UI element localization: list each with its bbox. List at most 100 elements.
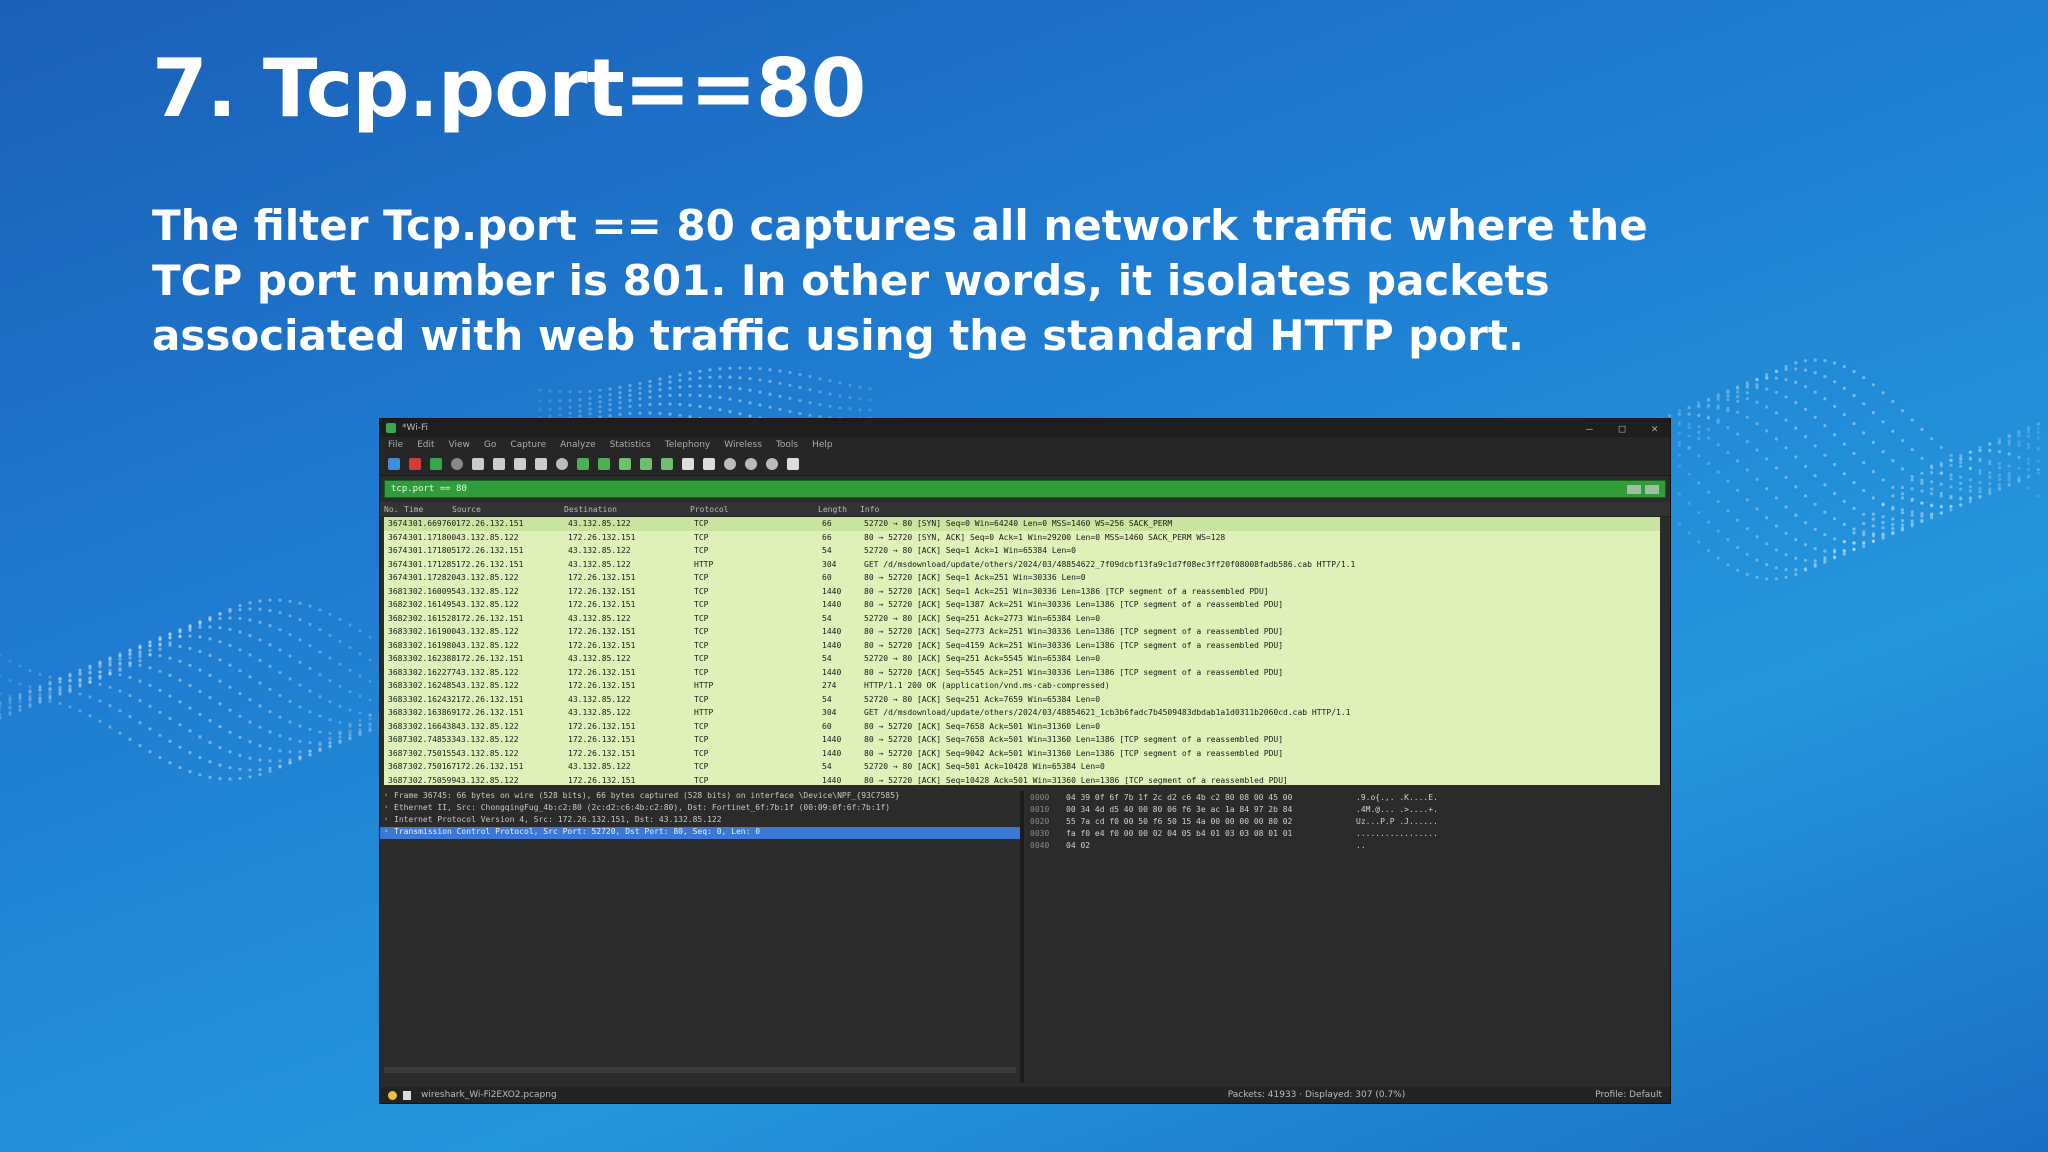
decoration-dot (698, 384, 702, 388)
go-to-packet-icon[interactable] (619, 458, 631, 470)
packet-row[interactable]: 36875302.74853343.132.85.122 172.26.132.1… (384, 733, 1660, 747)
menu-item-capture[interactable]: Capture (510, 440, 546, 450)
packet-number: 36829 (388, 613, 408, 623)
restart-capture-icon[interactable] (430, 458, 442, 470)
colorize-icon[interactable] (703, 458, 715, 470)
packet-row[interactable]: 36828302.16149543.132.85.122 172.26.132.1… (384, 598, 1660, 612)
decoration-dot (258, 744, 262, 748)
details-horizontal-scrollbar[interactable] (384, 1067, 1016, 1073)
decoration-dot (728, 385, 732, 390)
column-header[interactable]: Protocol (690, 505, 818, 514)
reload-icon[interactable] (535, 458, 547, 470)
packet-row[interactable]: 36831302.16198043.132.85.122 172.26.132.1… (384, 639, 1660, 653)
menu-item-analyze[interactable]: Analyze (560, 440, 595, 450)
expand-arrow-icon[interactable]: › (384, 827, 388, 835)
detail-tree-item[interactable]: › Ethernet II, Src: ChongqingFug_4b:c2:80… (380, 803, 1020, 815)
packet-row[interactable]: 36876302.75015543.132.85.122 172.26.132.1… (384, 747, 1660, 761)
decoration-dot (1988, 449, 1992, 453)
zoom-reset-icon[interactable] (766, 458, 778, 470)
detail-tree-item[interactable]: › Internet Protocol Version 4, Src: 172.2… (380, 815, 1020, 827)
menu-item-tools[interactable]: Tools (776, 440, 798, 450)
packet-details-pane[interactable]: › Frame 36745: 66 bytes on wire (528 bits… (380, 791, 1024, 1083)
zoom-in-icon[interactable] (724, 458, 736, 470)
packet-info: HTTP/1.1 200 OK (application/vnd.ms-cab-… (864, 681, 1110, 691)
save-file-icon[interactable] (493, 458, 505, 470)
column-header[interactable]: No. (384, 505, 404, 514)
packet-row[interactable]: 36817302.16009543.132.85.122 172.26.132.1… (384, 585, 1660, 599)
packet-row[interactable]: 36832302.162388172.26.132.151 43.132.85.1… (384, 652, 1660, 666)
decoration-dot (678, 378, 682, 382)
decoration-dot (78, 679, 82, 683)
decoration-dot (1697, 511, 1701, 515)
column-header[interactable]: Time (404, 505, 452, 514)
autoscroll-icon[interactable] (682, 458, 694, 470)
detail-tree-item[interactable]: › Frame 36745: 66 bytes on wire (528 bits… (380, 791, 1020, 803)
decoration-dot (308, 689, 312, 693)
column-header[interactable]: Length (818, 505, 860, 514)
expand-arrow-icon[interactable]: › (384, 815, 388, 823)
resize-columns-icon[interactable] (787, 458, 799, 470)
menu-item-edit[interactable]: Edit (417, 440, 434, 450)
packet-row[interactable]: 36745301.669760172.26.132.151 43.132.85.1… (384, 517, 1660, 531)
column-header[interactable]: Info (860, 505, 1666, 514)
expand-arrow-icon[interactable]: › (384, 791, 388, 799)
menu-item-telephony[interactable]: Telephony (665, 440, 711, 450)
decoration-dot (1930, 512, 1934, 516)
filter-bookmark-icon[interactable] (1627, 484, 1641, 494)
find-packet-icon[interactable] (556, 458, 568, 470)
packet-row[interactable]: 36878302.75059943.132.85.122 172.26.132.1… (384, 774, 1660, 786)
packet-row[interactable]: 36833302.16227743.132.85.122 172.26.132.1… (384, 666, 1660, 680)
decoration-dot (1736, 518, 1740, 522)
packet-row[interactable]: 36834302.16248543.132.85.122 172.26.132.1… (384, 679, 1660, 693)
stop-capture-icon[interactable] (409, 458, 421, 470)
decoration-dot (1862, 461, 1866, 465)
display-filter-input[interactable]: tcp.port == 80 (391, 484, 1627, 494)
packet-row[interactable]: 36877302.750167172.26.132.151 43.132.85.1… (384, 760, 1660, 774)
first-packet-icon[interactable] (640, 458, 652, 470)
maximize-button[interactable]: □ (1619, 422, 1626, 435)
column-header[interactable]: Destination (564, 505, 690, 514)
go-back-icon[interactable] (577, 458, 589, 470)
packet-list[interactable]: 36745301.669760172.26.132.15143.132.85.1… (384, 517, 1660, 785)
display-filter-bar[interactable]: tcp.port == 80 (384, 480, 1666, 498)
expert-info-icon[interactable] (388, 1090, 397, 1100)
menu-item-statistics[interactable]: Statistics (610, 440, 651, 450)
close-button[interactable]: ✕ (1651, 422, 1658, 435)
open-file-icon[interactable] (472, 458, 484, 470)
menu-item-wireless[interactable]: Wireless (724, 440, 762, 450)
menu-item-view[interactable]: View (449, 440, 470, 450)
zoom-out-icon[interactable] (745, 458, 757, 470)
column-header[interactable]: Source (452, 505, 564, 514)
last-packet-icon[interactable] (661, 458, 673, 470)
decoration-dot (1891, 485, 1895, 489)
packet-protocol: TCP (694, 721, 709, 731)
packet-row[interactable]: 36749301.17282043.132.85.122 172.26.132.1… (384, 571, 1660, 585)
packet-row[interactable]: 36747301.171805172.26.132.151 43.132.85.1… (384, 544, 1660, 558)
packet-row[interactable]: 36829302.161528172.26.132.151 43.132.85.1… (384, 612, 1660, 626)
packet-row[interactable]: 36746301.17180043.132.85.122 172.26.132.1… (384, 531, 1660, 545)
packet-row[interactable]: 36837302.16643843.132.85.122 172.26.132.1… (384, 720, 1660, 734)
decoration-dot (218, 725, 222, 729)
minimize-button[interactable]: – (1586, 422, 1593, 435)
menu-item-file[interactable]: File (388, 440, 403, 450)
packet-source: 43.132.85.122 (456, 586, 519, 596)
capture-file-icon[interactable] (403, 1090, 411, 1100)
menu-item-help[interactable]: Help (812, 440, 833, 450)
go-forward-icon[interactable] (598, 458, 610, 470)
menu-item-go[interactable]: Go (484, 440, 496, 450)
packet-row[interactable]: 36835302.162432172.26.132.151 43.132.85.1… (384, 693, 1660, 707)
capture-options-icon[interactable] (451, 458, 463, 470)
packet-row[interactable]: 36748301.171285172.26.132.151 43.132.85.1… (384, 558, 1660, 572)
packet-row[interactable]: 36830302.16190043.132.85.122 172.26.132.1… (384, 625, 1660, 639)
expand-arrow-icon[interactable]: › (384, 803, 388, 811)
detail-tree-item[interactable]: › Transmission Control Protocol, Src Port… (380, 827, 1020, 839)
apply-filter-icon[interactable] (1645, 484, 1659, 494)
packet-bytes-pane[interactable]: 0000 04 39 0f 6f 7b 1f 2c d2 c6 4b c2 80 … (1024, 791, 1670, 1083)
packet-row[interactable]: 36836302.163869172.26.132.151 43.132.85.1… (384, 706, 1660, 720)
close-file-icon[interactable] (514, 458, 526, 470)
packet-length: 1440 (822, 667, 842, 677)
decoration-dot (88, 714, 92, 718)
status-profile[interactable]: Profile: Default (1595, 1090, 1662, 1100)
start-capture-icon[interactable] (388, 458, 400, 470)
decoration-dot (1881, 526, 1885, 530)
